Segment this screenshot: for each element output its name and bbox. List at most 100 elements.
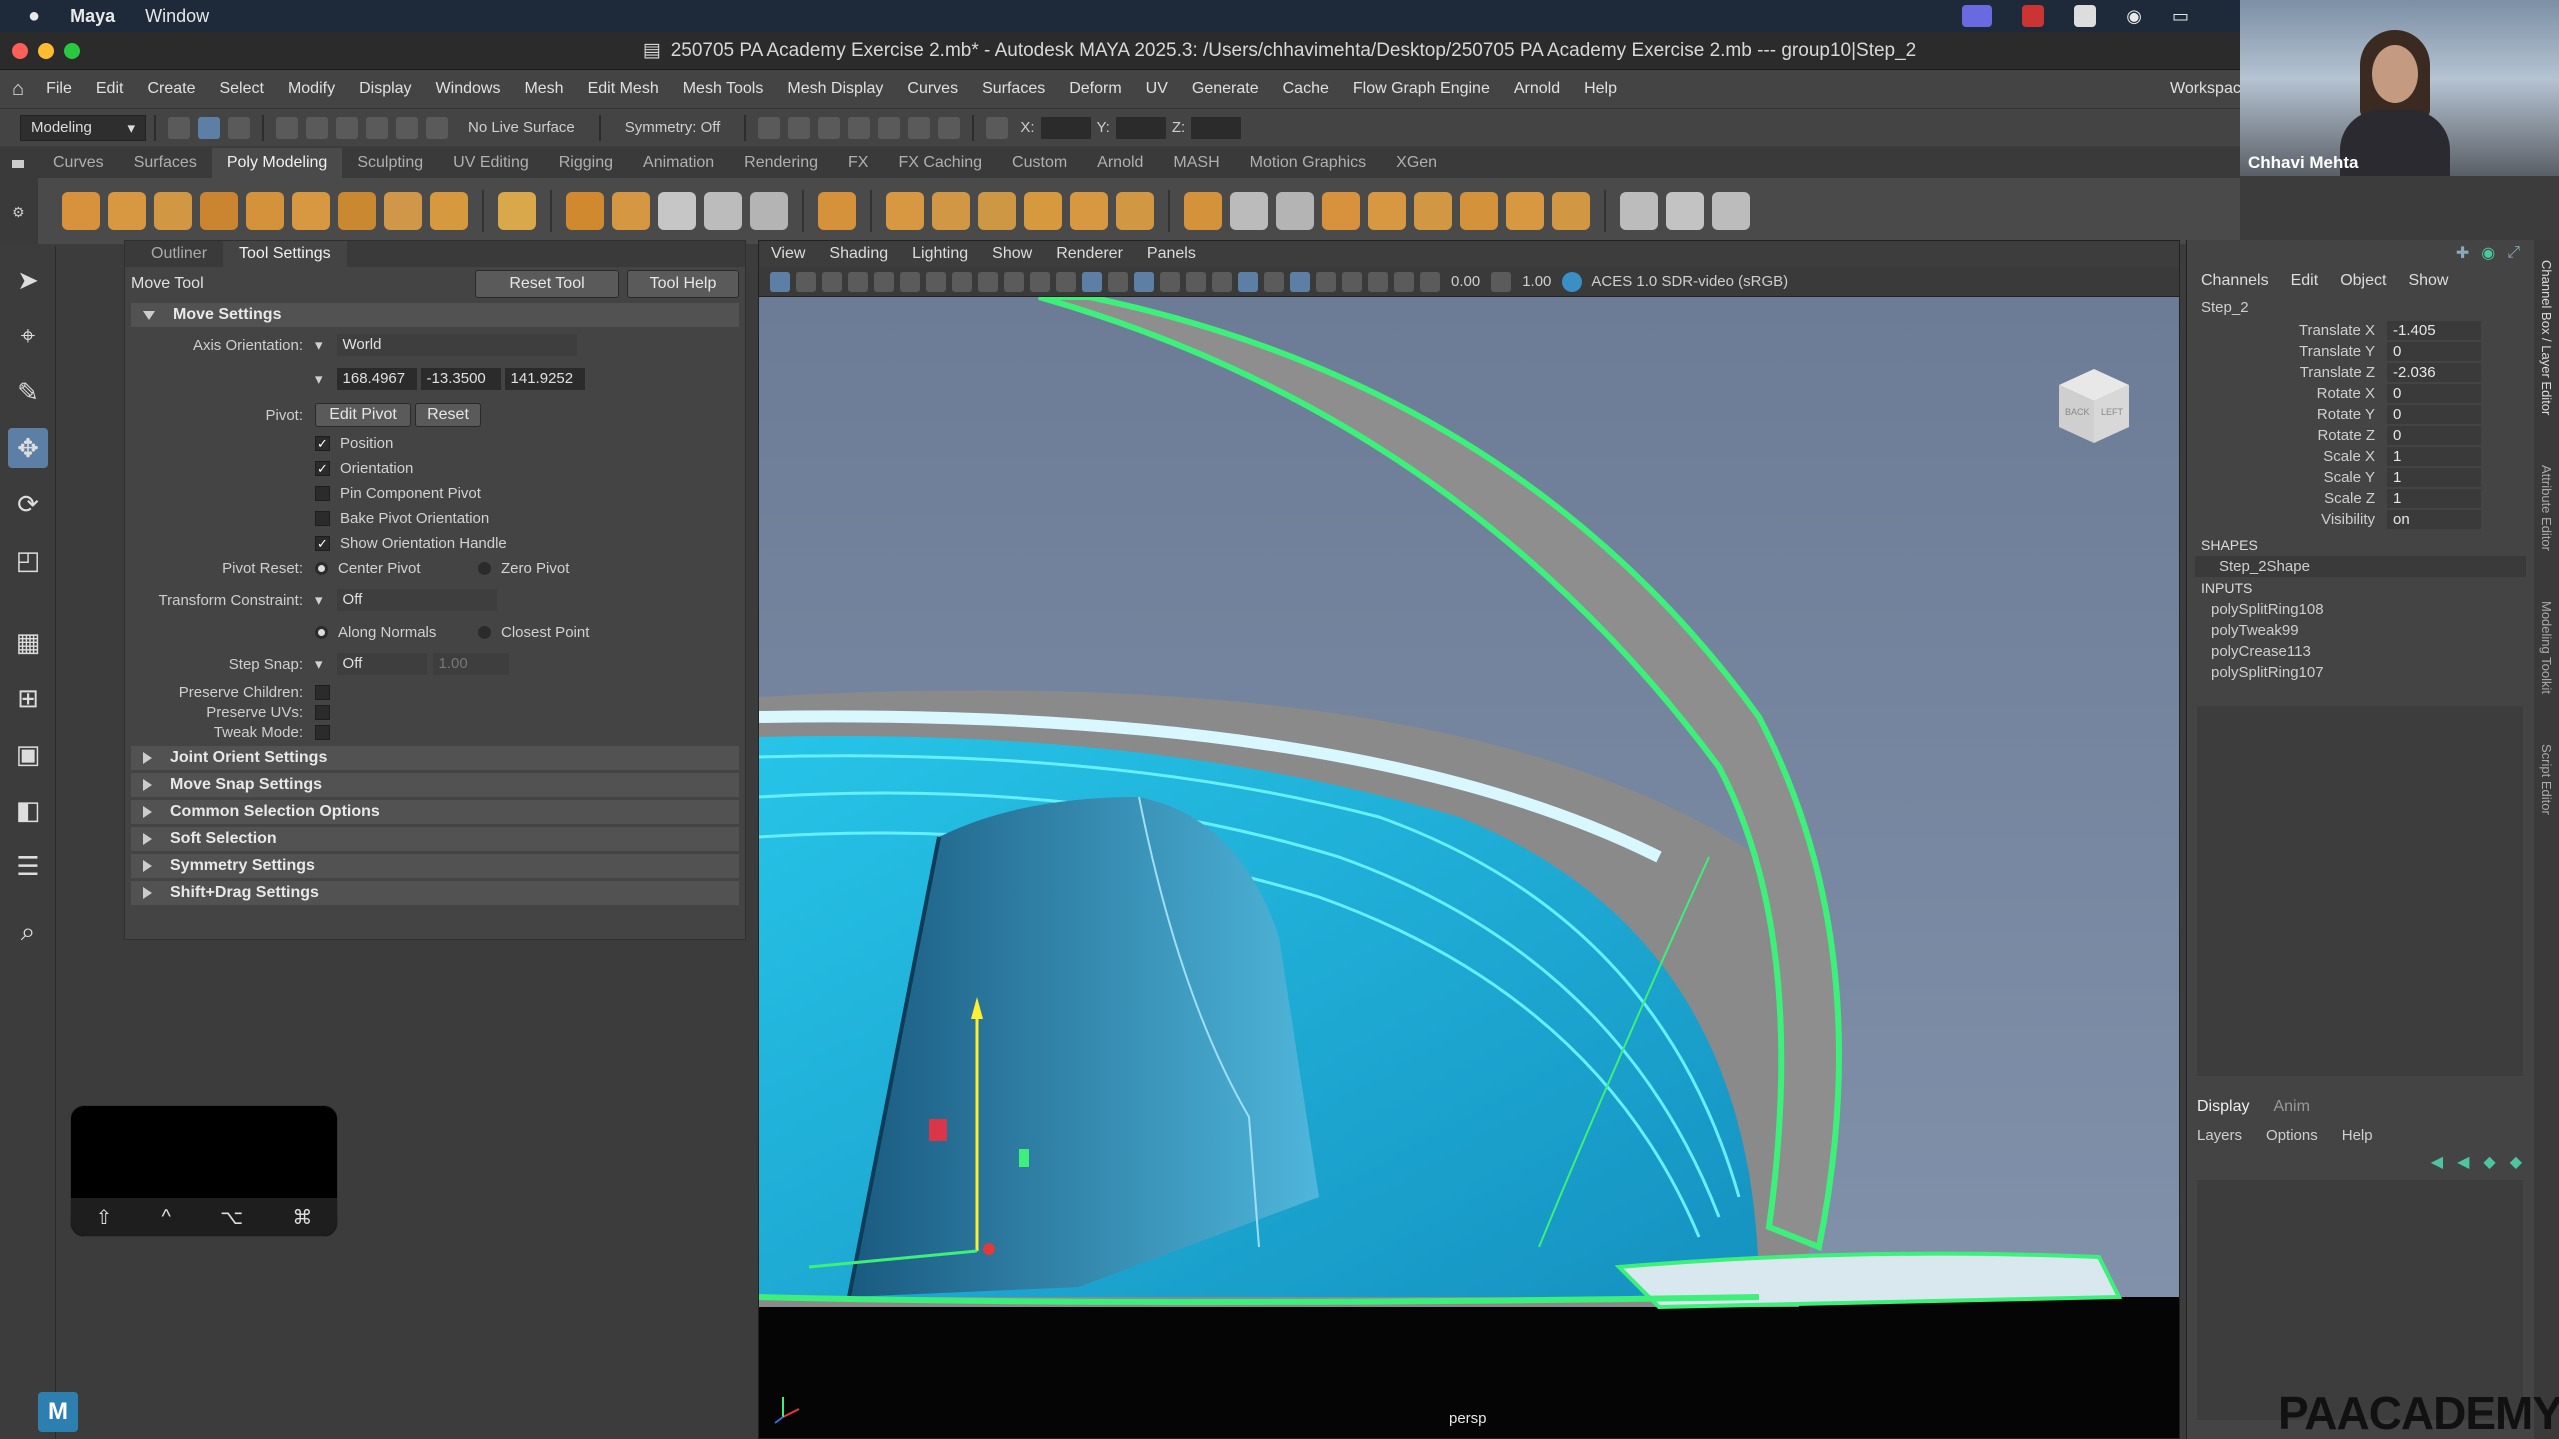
pivot-point[interactable] bbox=[983, 1243, 995, 1255]
viewport-menu-shading[interactable]: Shading bbox=[817, 245, 900, 263]
shelf-tool-icon[interactable] bbox=[1184, 192, 1222, 230]
shelf-tool-icon[interactable] bbox=[750, 192, 788, 230]
side-tab-channel-box-layer-editor[interactable]: Channel Box / Layer Editor bbox=[2539, 260, 2554, 415]
shelf-tool-icon[interactable] bbox=[384, 192, 422, 230]
menu-cache[interactable]: Cache bbox=[1271, 80, 1341, 98]
shelf-tab-rigging[interactable]: Rigging bbox=[544, 148, 628, 178]
snap-grid-icon[interactable] bbox=[276, 116, 298, 139]
motion-blur-icon[interactable] bbox=[1264, 271, 1284, 292]
checkbox[interactable]: ✓ bbox=[315, 536, 330, 551]
attribute-value[interactable]: -1.405 bbox=[2387, 321, 2481, 340]
menu-edit[interactable]: Edit bbox=[84, 80, 136, 98]
lights-icon[interactable] bbox=[1186, 271, 1206, 292]
search-icon[interactable]: ⌕ bbox=[8, 912, 48, 952]
move-handle-green[interactable] bbox=[1019, 1149, 1029, 1167]
shelf-tab-fx-caching[interactable]: FX Caching bbox=[883, 148, 997, 178]
tab-tool-settings[interactable]: Tool Settings bbox=[223, 241, 347, 267]
select-hierarchy-icon[interactable] bbox=[168, 116, 190, 139]
safe-title-icon[interactable] bbox=[1030, 271, 1050, 292]
xray-components-icon[interactable] bbox=[1394, 271, 1414, 292]
shelf-tab-rendering[interactable]: Rendering bbox=[729, 148, 833, 178]
input-node[interactable]: polyTweak99 bbox=[2187, 620, 2534, 641]
outliner-layout-icon[interactable]: ☰ bbox=[8, 846, 48, 886]
exposure-icon[interactable] bbox=[1420, 271, 1440, 292]
wireframe-icon[interactable] bbox=[1056, 271, 1076, 292]
mac-menu-window[interactable]: Window bbox=[145, 6, 209, 27]
step-snap-value[interactable]: 1.00 bbox=[432, 653, 509, 675]
z-field[interactable] bbox=[1191, 116, 1242, 139]
record-icon[interactable] bbox=[2022, 5, 2045, 27]
edit-pivot-button[interactable]: Edit Pivot bbox=[315, 403, 411, 427]
battery-icon[interactable]: ▭ bbox=[2172, 6, 2189, 27]
menu-select[interactable]: Select bbox=[207, 80, 275, 98]
ipr-render-icon[interactable] bbox=[818, 116, 841, 139]
tweak-mode-checkbox[interactable] bbox=[315, 724, 330, 740]
menu-display[interactable]: Display bbox=[347, 80, 423, 98]
move-handle-red[interactable] bbox=[929, 1119, 947, 1141]
help-menu[interactable]: Help bbox=[2342, 1127, 2373, 1144]
shelf-tool-icon[interactable] bbox=[1230, 192, 1268, 230]
isolate-select-icon[interactable] bbox=[1316, 271, 1336, 292]
shelf-tool-icon[interactable] bbox=[1666, 192, 1704, 230]
preserve-children-checkbox[interactable] bbox=[315, 684, 330, 700]
section-shift-drag-settings[interactable]: Shift+Drag Settings bbox=[131, 881, 739, 905]
colorspace-label[interactable]: ACES 1.0 SDR-video (sRGB) bbox=[1591, 273, 1788, 290]
move-layer-down-icon[interactable]: ◀ bbox=[2457, 1152, 2469, 1172]
shelf-menu-icon[interactable] bbox=[12, 160, 24, 168]
shelf-tool-icon[interactable] bbox=[1460, 192, 1498, 230]
shelf-tab-poly-modeling[interactable]: Poly Modeling bbox=[211, 148, 343, 178]
channel-menu-show[interactable]: Show bbox=[2408, 272, 2448, 290]
y-field[interactable] bbox=[1115, 116, 1166, 139]
smooth-shade-icon[interactable] bbox=[1082, 271, 1102, 292]
camera-attributes-icon[interactable] bbox=[796, 271, 816, 292]
tab-display[interactable]: Display bbox=[2197, 1098, 2249, 1116]
shelf-tool-icon[interactable] bbox=[1368, 192, 1406, 230]
home-icon[interactable]: ⌂ bbox=[12, 78, 24, 101]
pivot-z-field[interactable]: 141.9252 bbox=[504, 368, 585, 390]
layout-icon[interactable]: ✚ bbox=[2456, 243, 2469, 263]
shelf-tool-icon[interactable] bbox=[430, 192, 468, 230]
move-layer-up-icon[interactable]: ◀ bbox=[2431, 1152, 2443, 1172]
attribute-value[interactable]: -2.036 bbox=[2387, 363, 2481, 382]
select-component-icon[interactable] bbox=[228, 116, 250, 139]
shelf-tab-mash[interactable]: MASH bbox=[1158, 148, 1234, 178]
layers-menu[interactable]: Layers bbox=[2197, 1127, 2242, 1144]
resolution-gate-icon[interactable] bbox=[926, 271, 946, 292]
snap-surface-icon[interactable] bbox=[396, 116, 418, 139]
preserve-uvs-checkbox[interactable] bbox=[315, 704, 330, 720]
shape-node[interactable]: Step_2Shape bbox=[2195, 556, 2526, 577]
attribute-value[interactable]: 1 bbox=[2387, 447, 2481, 466]
shelf-tool-icon[interactable] bbox=[1552, 192, 1590, 230]
anti-aliasing-icon[interactable] bbox=[1290, 271, 1310, 292]
textured-icon[interactable] bbox=[1160, 271, 1180, 292]
hypershade-icon[interactable] bbox=[878, 116, 901, 139]
shelf-tool-icon[interactable] bbox=[818, 192, 856, 230]
menu-help[interactable]: Help bbox=[1572, 80, 1629, 98]
menu-mesh-display[interactable]: Mesh Display bbox=[775, 80, 895, 98]
shelf-tab-fx[interactable]: FX bbox=[833, 148, 883, 178]
shelf-tool-icon[interactable] bbox=[1276, 192, 1314, 230]
shelf-tool-icon[interactable] bbox=[1116, 192, 1154, 230]
shelf-tool-icon[interactable] bbox=[1712, 192, 1750, 230]
checkbox[interactable]: ✓ bbox=[315, 436, 330, 451]
render-view-icon[interactable] bbox=[758, 116, 781, 139]
shelf-tab-uv-editing[interactable]: UV Editing bbox=[438, 148, 544, 178]
zero-pivot-radio[interactable] bbox=[478, 561, 491, 575]
viewport-scene[interactable]: BACK LEFT persp bbox=[759, 297, 2179, 1438]
tool-help-button[interactable]: Tool Help bbox=[627, 270, 739, 298]
input-field-icon[interactable] bbox=[986, 116, 1009, 139]
menu-curves[interactable]: Curves bbox=[895, 80, 970, 98]
new-layer-icon[interactable]: ◆ bbox=[2483, 1152, 2495, 1172]
shelf-tab-arnold[interactable]: Arnold bbox=[1082, 148, 1158, 178]
color-management-icon[interactable] bbox=[1562, 271, 1583, 292]
select-camera-icon[interactable] bbox=[770, 271, 790, 292]
input-node[interactable]: polySplitRing107 bbox=[2187, 662, 2534, 683]
menu-file[interactable]: File bbox=[34, 80, 84, 98]
pivot-y-field[interactable]: -13.3500 bbox=[420, 368, 501, 390]
viewport-menu-panels[interactable]: Panels bbox=[1135, 245, 1208, 263]
xray-joints-icon[interactable] bbox=[1368, 271, 1388, 292]
shelf-tab-curves[interactable]: Curves bbox=[38, 148, 119, 178]
lasso-tool-icon[interactable]: ⌖ bbox=[8, 316, 48, 356]
step-snap-dropdown[interactable]: Off bbox=[336, 653, 427, 675]
menu-deform[interactable]: Deform bbox=[1057, 80, 1133, 98]
